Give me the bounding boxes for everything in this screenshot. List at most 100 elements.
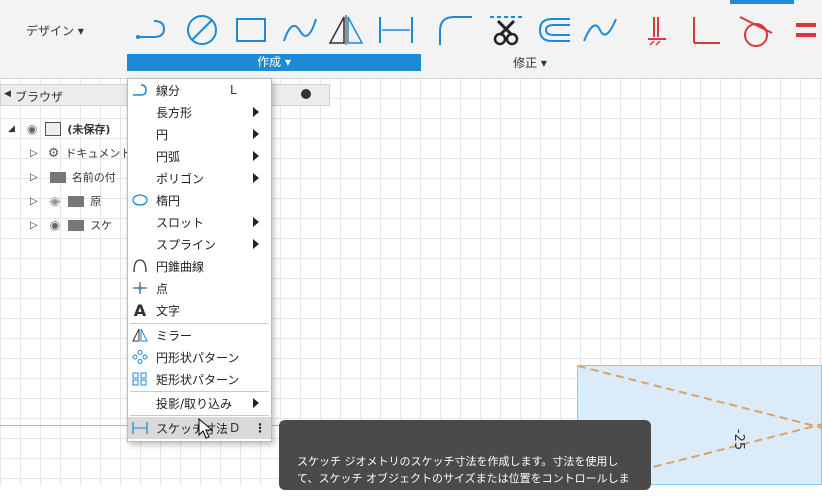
menu-item-circular-pattern[interactable]: 円形状パターン bbox=[128, 346, 271, 368]
menu-item-label: スプライン bbox=[156, 237, 217, 252]
menu-item-label: ポリゴン bbox=[156, 171, 205, 186]
menu-item-conic[interactable]: 円錐曲線 bbox=[128, 255, 271, 277]
submenu-arrow-icon bbox=[253, 217, 259, 227]
collapsed-triangle-icon[interactable]: ▷ bbox=[30, 220, 38, 231]
menu-item-polygon[interactable]: ポリゴン bbox=[128, 167, 271, 189]
menu-item-label: 矩形状パターン bbox=[156, 372, 240, 387]
menu-item-spline[interactable]: スプライン bbox=[128, 233, 271, 255]
browser-row-root[interactable]: ◢ ◉ (未保存) bbox=[8, 118, 110, 140]
line-icon bbox=[132, 83, 148, 97]
ellipse-icon bbox=[132, 193, 148, 207]
circle-tool-icon[interactable] bbox=[182, 8, 222, 52]
more-options-icon[interactable]: ⋮ bbox=[254, 421, 266, 435]
menu-item-label: 点 bbox=[156, 281, 169, 296]
rectangular-pattern-icon bbox=[132, 372, 148, 386]
browser-row-label: スケ bbox=[90, 219, 113, 232]
browser-row-label: (未保存) bbox=[67, 123, 111, 136]
conic-icon bbox=[132, 259, 148, 273]
eye-icon[interactable]: ◉ bbox=[27, 122, 37, 136]
perpendicular-icon[interactable] bbox=[686, 8, 726, 52]
menu-item-project-include[interactable]: 投影/取り込み bbox=[128, 392, 271, 414]
workspace-design-button[interactable]: デザイン ▾ bbox=[26, 17, 100, 43]
dimension-value[interactable]: -25 bbox=[731, 429, 746, 450]
browser-row-sketches[interactable]: ▷ ◉ スケ bbox=[30, 214, 112, 236]
tooltip-line-2: て、スケッチ オブジェクトのサイズまたは位置をコントロールします。 bbox=[297, 472, 630, 502]
mouse-cursor-icon bbox=[198, 417, 216, 443]
menu-item-label: 線分 bbox=[156, 83, 181, 98]
browser-title: ブラウザ bbox=[15, 90, 64, 104]
eye-icon[interactable]: ◉ bbox=[50, 218, 60, 232]
menu-item-slot[interactable]: スロット bbox=[128, 211, 271, 233]
menu-item-text[interactable]: A 文字 bbox=[128, 299, 271, 321]
browser-row-origin[interactable]: ▷ ◉ 原 bbox=[30, 190, 101, 212]
active-tab-indicator bbox=[730, 0, 794, 4]
menu-item-mirror[interactable]: ミラー bbox=[128, 324, 271, 346]
pin-icon[interactable] bbox=[301, 89, 311, 99]
folder-icon bbox=[68, 195, 85, 207]
menu-item-rectangular-pattern[interactable]: 矩形状パターン bbox=[128, 368, 271, 390]
submenu-arrow-icon bbox=[253, 107, 259, 117]
dimension-tool-icon[interactable] bbox=[376, 8, 416, 52]
create-menu-button[interactable]: 作成 ▾ bbox=[127, 54, 421, 71]
create-dropdown-menu: 線分 L 長方形 円 円弧 ポリゴン 楕円 スロット スプライン 円錐曲線 点 … bbox=[127, 78, 272, 442]
menu-item-shortcut: D bbox=[230, 421, 240, 435]
hidden-eye-icon[interactable]: ◉ bbox=[50, 194, 60, 208]
collapse-browser-icon[interactable]: ◀ bbox=[4, 89, 11, 99]
tangent-icon[interactable] bbox=[736, 8, 776, 52]
submenu-arrow-icon bbox=[253, 239, 259, 249]
submenu-arrow-icon bbox=[253, 173, 259, 183]
menu-item-label: 文字 bbox=[156, 303, 181, 318]
mirror-icon bbox=[132, 328, 148, 342]
tooltip-line-1: スケッチ ジオメトリのスケッチ寸法を作成します。寸法を使用し bbox=[297, 455, 619, 468]
toolbar-ribbon: デザイン ▾ 作成 ▾ 修正 ▾ bbox=[0, 0, 822, 79]
browser-row-label: 名前の付 bbox=[71, 171, 116, 184]
menu-item-label: ミラー bbox=[156, 328, 193, 343]
equal-icon[interactable] bbox=[784, 8, 822, 52]
menu-item-circle[interactable]: 円 bbox=[128, 123, 271, 145]
dimension-icon bbox=[132, 421, 148, 435]
rectangle-tool-icon[interactable] bbox=[232, 8, 272, 52]
line-tool-icon[interactable] bbox=[132, 8, 172, 52]
menu-item-label: 円 bbox=[156, 127, 169, 142]
offset-tool-icon[interactable] bbox=[534, 8, 574, 52]
submenu-arrow-icon bbox=[253, 398, 259, 408]
menu-item-label: 円錐曲線 bbox=[156, 259, 205, 274]
browser-row-doc-settings[interactable]: ▷ ⚙ ドキュメント bbox=[30, 142, 131, 164]
circular-pattern-icon bbox=[132, 350, 148, 364]
menu-item-label: 投影/取り込み bbox=[156, 396, 233, 411]
collapsed-triangle-icon[interactable]: ▷ bbox=[30, 148, 38, 159]
menu-item-arc[interactable]: 円弧 bbox=[128, 145, 271, 167]
trim-tool-icon[interactable] bbox=[486, 8, 526, 52]
fillet-tool-icon[interactable] bbox=[436, 8, 476, 52]
menu-item-label: スケッチ寸法 bbox=[156, 421, 229, 436]
menu-item-label: スロット bbox=[156, 215, 205, 230]
menu-item-point[interactable]: 点 bbox=[128, 277, 271, 299]
menu-item-label: 円弧 bbox=[156, 149, 181, 164]
menu-item-line[interactable]: 線分 L bbox=[128, 79, 271, 101]
browser-row-label: ドキュメント bbox=[65, 147, 132, 160]
menu-item-ellipse[interactable]: 楕円 bbox=[128, 189, 271, 211]
collapsed-triangle-icon[interactable]: ▷ bbox=[30, 196, 38, 207]
menu-separator bbox=[130, 415, 269, 416]
menu-item-label: 長方形 bbox=[156, 105, 193, 120]
hatch-icon[interactable] bbox=[640, 8, 680, 52]
gear-icon: ⚙ bbox=[47, 145, 60, 161]
spline-tool-icon[interactable] bbox=[280, 8, 320, 52]
menu-item-rectangle[interactable]: 長方形 bbox=[128, 101, 271, 123]
mirror-tool-icon[interactable] bbox=[326, 8, 366, 52]
curve-tool-icon[interactable] bbox=[580, 8, 620, 52]
text-icon: A bbox=[133, 300, 147, 320]
modify-menu-button[interactable]: 修正 ▾ bbox=[500, 54, 560, 71]
expanded-triangle-icon[interactable]: ◢ bbox=[8, 124, 15, 134]
tooltip: スケッチ ジオメトリのスケッチ寸法を作成します。寸法を使用し て、スケッチ オブ… bbox=[279, 420, 651, 502]
folder-icon bbox=[49, 171, 66, 183]
browser-row-named-views[interactable]: ▷ 名前の付 bbox=[30, 166, 116, 188]
submenu-arrow-icon bbox=[253, 151, 259, 161]
menu-item-label: 円形状パターン bbox=[156, 350, 240, 365]
submenu-arrow-icon bbox=[253, 129, 259, 139]
browser-row-label: 原 bbox=[90, 195, 102, 208]
point-icon bbox=[132, 281, 148, 295]
collapsed-triangle-icon[interactable]: ▷ bbox=[30, 172, 38, 183]
component-icon bbox=[45, 122, 62, 136]
folder-icon bbox=[68, 219, 85, 231]
